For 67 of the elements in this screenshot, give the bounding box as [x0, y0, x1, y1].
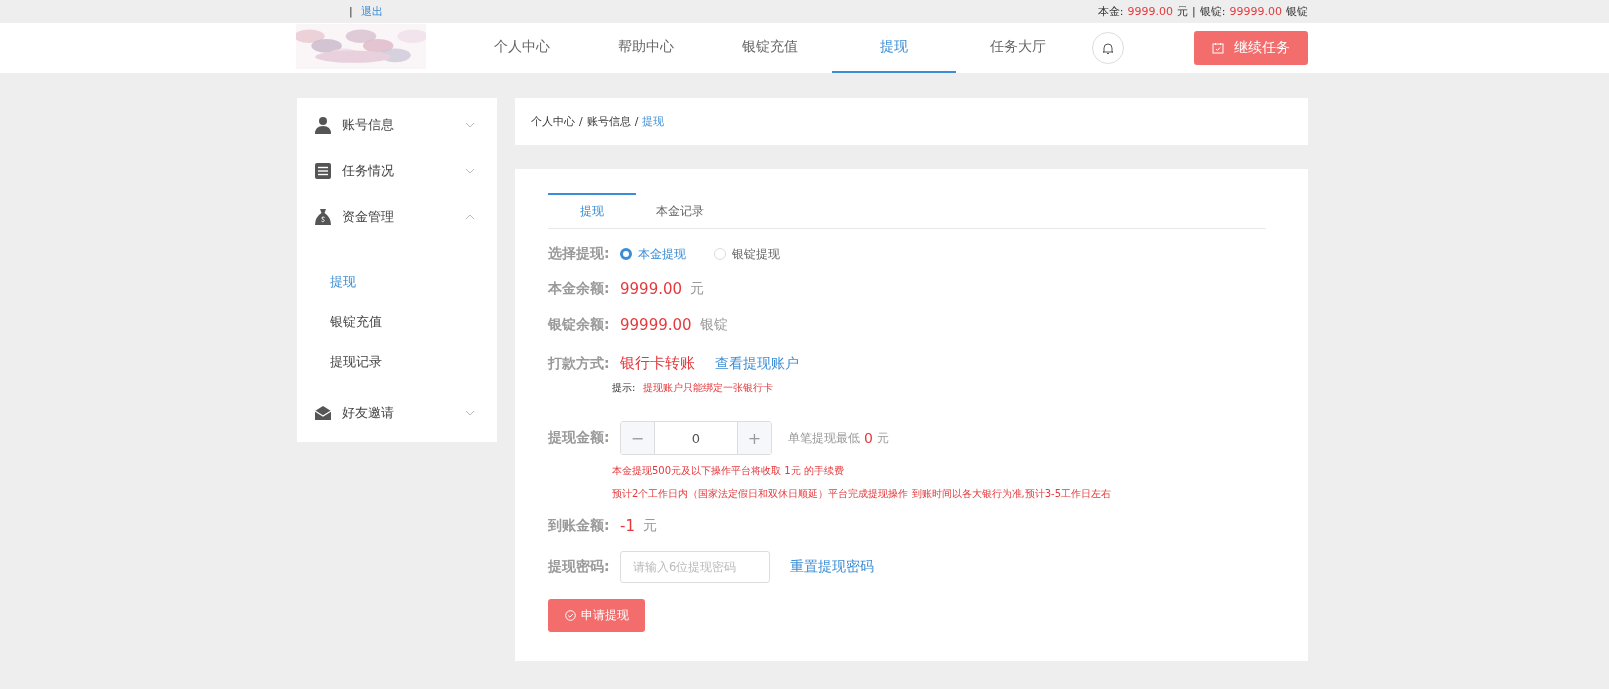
- sidebar-item[interactable]: 提现: [297, 262, 497, 302]
- nav-tab[interactable]: 个人中心: [460, 23, 584, 73]
- ingot-label: 银锭:: [1199, 4, 1226, 19]
- unit-label: 元: [876, 429, 889, 447]
- breadcrumb-link[interactable]: 账号信息: [586, 114, 631, 129]
- chevron-down-icon: [465, 168, 475, 174]
- field-label: 提现密码:: [548, 558, 611, 576]
- unit-label: 元: [690, 280, 705, 298]
- chevron-down-icon: [465, 122, 475, 128]
- field-label: 到账金额:: [548, 517, 611, 535]
- nav-tab[interactable]: 任务大厅: [956, 23, 1080, 73]
- unit-label: 元: [642, 517, 657, 535]
- nav-tab[interactable]: 帮助中心: [584, 23, 708, 73]
- hint-label: 提示:: [612, 381, 636, 395]
- check-circle-icon: [564, 610, 576, 621]
- ingot-unit: 银锭: [1286, 4, 1308, 19]
- field-label: 银锭余额:: [548, 316, 611, 334]
- view-account-link[interactable]: 查看提现账户: [715, 354, 799, 373]
- bell-icon: [1102, 41, 1114, 55]
- amount-stepper[interactable]: − 0 +: [620, 421, 772, 455]
- sidebar-group[interactable]: 好友邀请: [297, 390, 497, 436]
- logout-link[interactable]: 退出: [360, 4, 383, 19]
- field-label: 打款方式:: [548, 354, 611, 373]
- fee-note: 预计2个工作日内（国家法定假日和双休日顺延）平台完成提现操作 到账时间以各大银行为准,预计3-5工作日左右: [612, 487, 1113, 501]
- sidebar-group[interactable]: 账号信息: [297, 102, 497, 148]
- principal-label: 本金:: [1097, 4, 1124, 19]
- balance-value: 9999.00: [620, 280, 683, 298]
- tab[interactable]: 本金记录: [636, 193, 724, 228]
- breadcrumb-link[interactable]: 提现: [642, 114, 665, 129]
- chevron-down-icon: [465, 410, 475, 416]
- fee-note: 本金提现500元及以下操作平台将收取 1元 的手续费: [612, 464, 845, 478]
- nav-tab[interactable]: 银锭充值: [708, 23, 832, 73]
- sidebar-item[interactable]: 提现记录: [297, 342, 497, 382]
- sidebar-group[interactable]: 任务情况: [297, 148, 497, 194]
- ingot-value: 99999.00: [1229, 5, 1282, 18]
- person-icon: [314, 116, 332, 134]
- principal-value: 9999.00: [1127, 5, 1174, 18]
- list-icon: [314, 162, 332, 180]
- amount-field[interactable]: 0: [654, 422, 738, 454]
- reset-password-link[interactable]: 重置提现密码: [790, 558, 874, 576]
- balance-value: 99999.00: [620, 316, 692, 334]
- radio-option[interactable]: 本金提现: [620, 245, 686, 263]
- sidebar-group[interactable]: 资金管理: [297, 194, 497, 240]
- radio-option[interactable]: 银锭提现: [714, 245, 780, 263]
- breadcrumb-separator: /: [579, 115, 583, 128]
- breadcrumb-link[interactable]: 个人中心: [531, 114, 575, 129]
- field-label: 选择提现:: [548, 245, 611, 263]
- arrival-value: -1: [620, 517, 635, 535]
- chevron-up-icon: [465, 214, 475, 220]
- unit-label: 银锭: [699, 316, 728, 334]
- tab[interactable]: 提现: [548, 193, 636, 228]
- hint-text: 提现账户只能绑定一张银行卡: [643, 381, 774, 395]
- field-label: 提现金额:: [548, 429, 611, 447]
- envelope-icon: [314, 404, 332, 422]
- separator: |: [1192, 5, 1196, 18]
- minimum-value: 0: [864, 430, 873, 446]
- payment-method-value: 银行卡转账: [620, 354, 695, 373]
- password-field[interactable]: 请输入6位提现密码: [620, 551, 770, 583]
- field-label: 本金余额:: [548, 280, 611, 298]
- minimum-note: 单笔提现最低: [788, 429, 860, 447]
- calendar-check-icon: [1212, 42, 1224, 54]
- nav-tab[interactable]: 提现: [832, 23, 956, 73]
- breadcrumb-separator: /: [634, 115, 639, 128]
- principal-unit: 元: [1177, 4, 1189, 19]
- separator: |: [349, 5, 353, 18]
- sidebar-item[interactable]: 银锭充值: [297, 302, 497, 342]
- money-bag-icon: [314, 208, 332, 226]
